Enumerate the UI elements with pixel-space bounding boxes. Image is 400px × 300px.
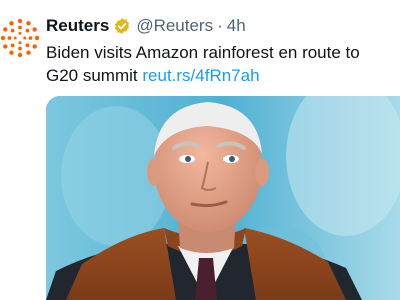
tweet-media-image[interactable] [46, 96, 400, 300]
header-separator: · [217, 16, 223, 35]
tweet-body: Biden visits Amazon rainforest en route … [46, 41, 394, 87]
verified-badge-icon[interactable] [113, 17, 131, 35]
tweet-header: Reuters @Reuters · 4h [46, 14, 246, 38]
reuters-logo-icon[interactable] [0, 18, 40, 58]
author-handle[interactable]: @Reuters [136, 16, 213, 36]
author-display-name[interactable]: Reuters [46, 16, 109, 36]
tweet-card[interactable]: Reuters @Reuters · 4h Biden visits Amazo… [0, 0, 400, 300]
photo-illustration [46, 96, 400, 300]
tweet-timestamp[interactable]: 4h [227, 16, 246, 36]
tweet-link[interactable]: reut.rs/4fRn7ah [142, 66, 259, 85]
